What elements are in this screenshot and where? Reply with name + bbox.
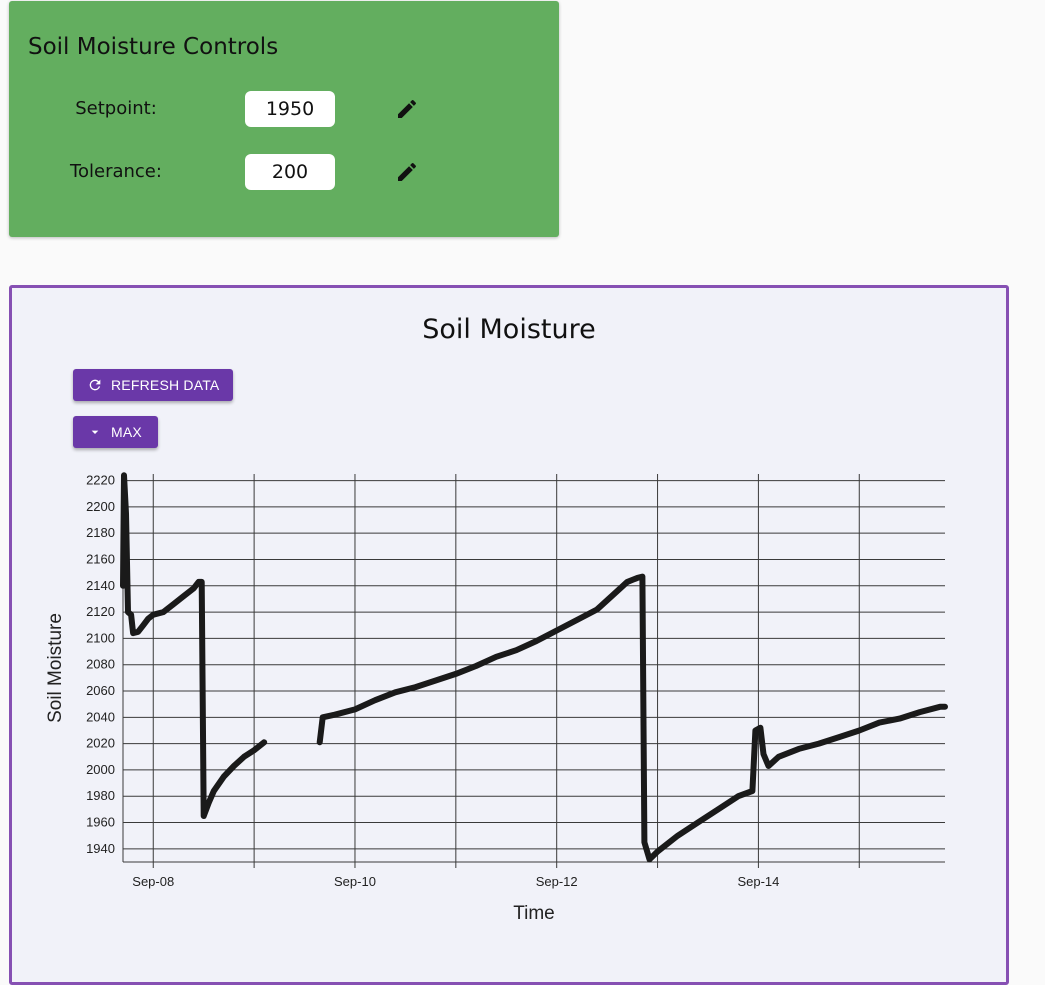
x-tick-label: Sep-10	[334, 874, 376, 889]
y-tick-label: 2000	[86, 762, 115, 777]
soil-moisture-chart: 1940 1960 1980 2000 2020 2040 2060 2080 2100 2120…	[45, 472, 948, 924]
y-tick-label: 2020	[86, 736, 115, 751]
y-tick-label: 2100	[86, 630, 115, 645]
x-tick-label: Sep-12	[536, 874, 578, 889]
edit-tolerance-button[interactable]	[395, 160, 419, 184]
setpoint-value-field[interactable]: 1950	[245, 91, 335, 127]
pencil-icon	[398, 162, 417, 181]
y-tick-label: 2060	[86, 683, 115, 698]
x-tick-label: Sep-08	[132, 874, 174, 889]
soil-moisture-chart-card: Soil Moisture REFRESH DATA MAX 1940 1960 1…	[9, 285, 1009, 985]
y-tick-label: 2220	[86, 473, 115, 488]
y-tick-label: 2080	[86, 657, 115, 672]
pencil-icon	[398, 99, 417, 118]
controls-title: Soil Moisture Controls	[28, 34, 279, 60]
soil-moisture-line	[120, 472, 268, 819]
soil-moisture-controls-card: Soil Moisture Controls Setpoint: 1950 To…	[9, 1, 559, 237]
setpoint-label: Setpoint:	[75, 98, 157, 119]
y-tick-label: 2180	[86, 525, 115, 540]
tolerance-label: Tolerance:	[70, 161, 162, 182]
y-tick-label: 2040	[86, 709, 115, 724]
edit-setpoint-button[interactable]	[395, 97, 419, 121]
y-tick-label: 2160	[86, 551, 115, 566]
y-axis-label: Soil Moisture	[45, 613, 66, 723]
x-axis-label: Time	[513, 903, 555, 924]
soil-moisture-line	[316, 573, 948, 863]
y-tick-label: 2140	[86, 578, 115, 593]
y-tick-label: 1980	[86, 788, 115, 803]
y-tick-label: 2200	[86, 499, 115, 514]
y-tick-label: 2120	[86, 604, 115, 619]
y-tick-label: 1940	[86, 841, 115, 856]
x-tick-label: Sep-14	[737, 874, 779, 889]
y-tick-label: 1960	[86, 815, 115, 830]
tolerance-value-field[interactable]: 200	[245, 154, 335, 190]
